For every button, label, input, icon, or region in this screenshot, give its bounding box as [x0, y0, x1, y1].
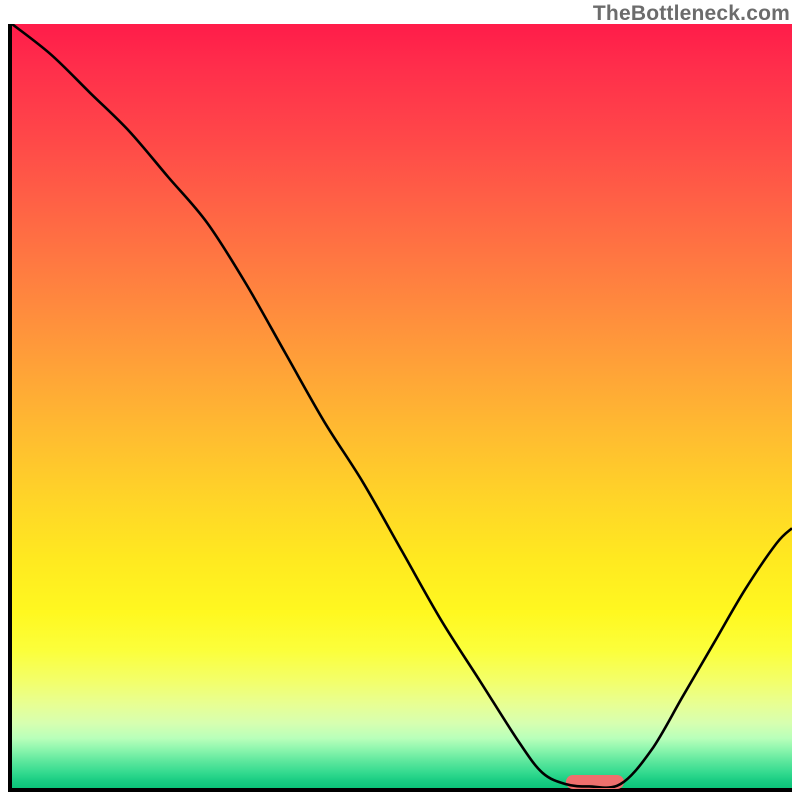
chart-background-gradient: [12, 24, 792, 788]
watermark-text: TheBottleneck.com: [593, 2, 790, 26]
chart-frame: [8, 24, 792, 792]
highlight-marker: [566, 775, 624, 789]
